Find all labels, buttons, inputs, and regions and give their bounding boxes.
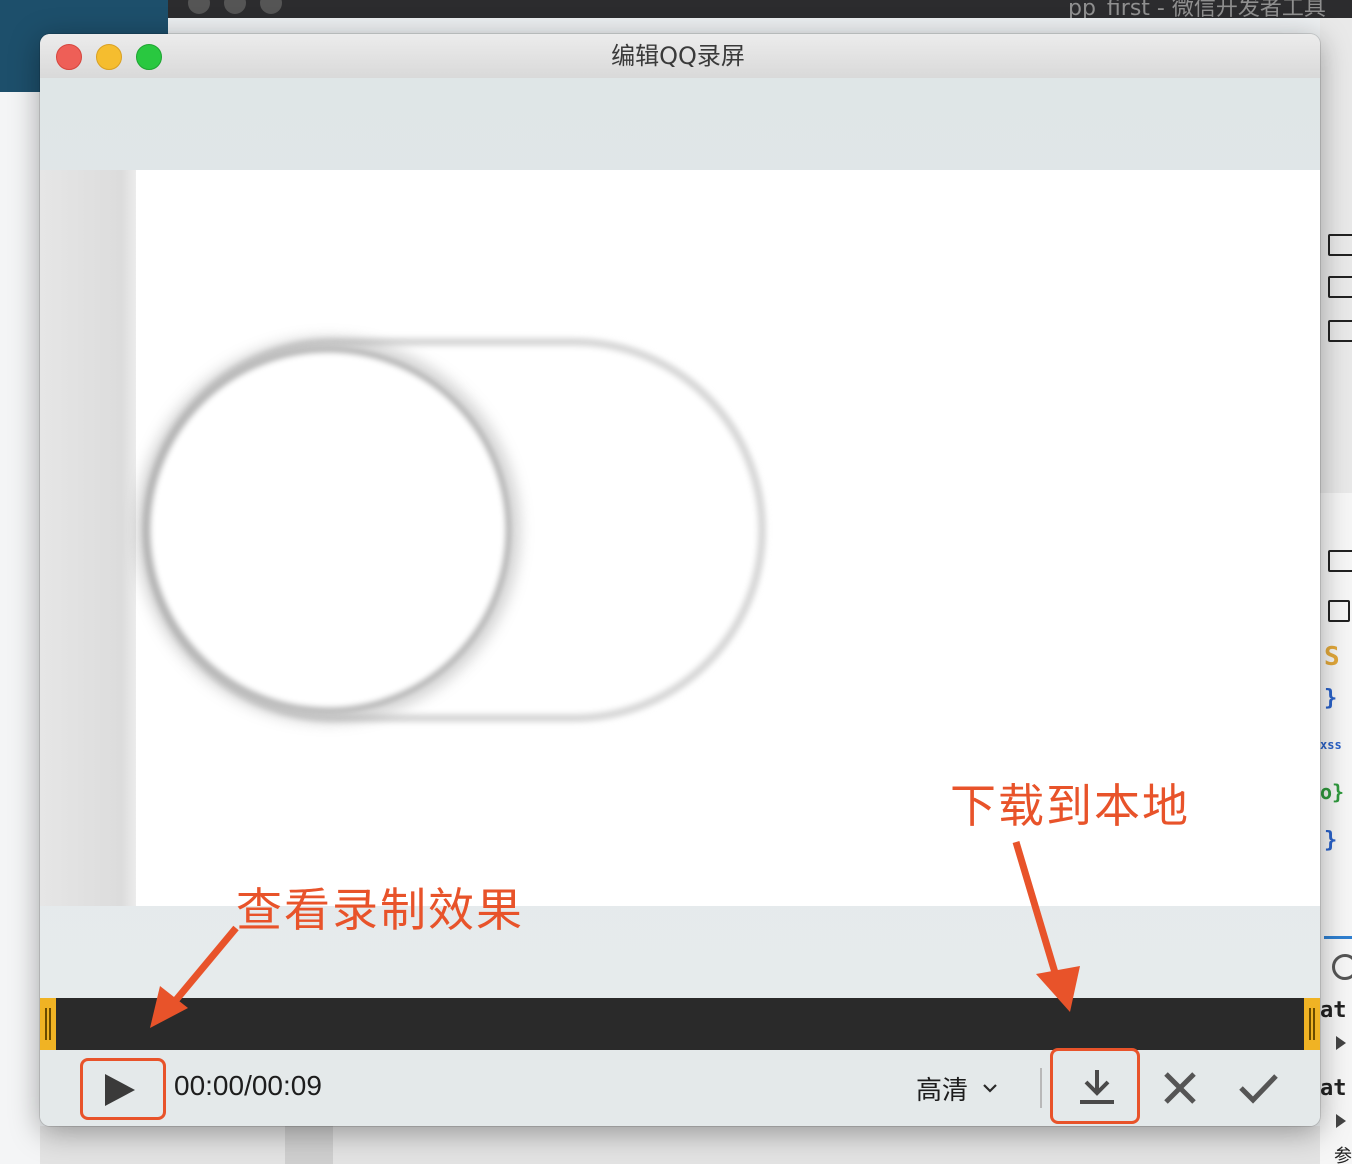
close-icon: [1164, 1072, 1196, 1104]
download-button[interactable]: [1050, 1048, 1140, 1124]
play-icon: [105, 1074, 135, 1106]
annotation-view-recording: 查看录制效果: [236, 883, 524, 937]
code-snippet: }: [1324, 686, 1338, 711]
background-window-button: [188, 0, 210, 14]
code-snippet: 参: [1334, 1146, 1352, 1164]
expand-arrow-icon: [1336, 1036, 1346, 1050]
code-snippet: o}: [1320, 780, 1345, 804]
time-readout: 00:00/00:09: [174, 1070, 322, 1102]
play-button[interactable]: [80, 1058, 166, 1120]
quality-select[interactable]: 高清: [916, 1068, 998, 1108]
trim-handle-start[interactable]: [40, 998, 56, 1050]
code-snippet: at: [1320, 1076, 1347, 1101]
background-window-left: [0, 92, 40, 1164]
trim-timeline[interactable]: [40, 998, 1320, 1050]
background-editor-panel: S } xss o} } at at 参: [1320, 18, 1352, 1164]
video-preview-stage: 查看录制效果 下载到本地: [40, 78, 1320, 998]
ban-icon: [1332, 954, 1352, 980]
expand-arrow-icon: [1336, 1114, 1346, 1128]
chevron-down-icon: [983, 1084, 997, 1093]
window-title: 编辑QQ录屏: [611, 42, 745, 70]
folder-icon: [1328, 276, 1352, 298]
time-separator: /: [244, 1070, 252, 1101]
folder-icon: [1328, 550, 1352, 572]
cancel-button[interactable]: [1160, 1068, 1200, 1108]
download-icon: [1080, 1070, 1114, 1104]
playback-control-bar: 00:00/00:09 高清: [40, 1048, 1320, 1126]
code-snippet: at: [1320, 998, 1347, 1023]
code-snippet: xss: [1320, 738, 1342, 752]
background-window-title: pp_first - 微信开发者工具: [1068, 0, 1326, 18]
background-window-bottom: [40, 1126, 1322, 1164]
qq-recording-editor-window: 编辑QQ录屏 查看录制效果 下载到本地 00:00/00:09 高清: [40, 34, 1320, 1126]
checkmark-icon: [1239, 1074, 1278, 1104]
annotation-download-local: 下载到本地: [950, 779, 1190, 833]
total-time: 00:09: [251, 1070, 322, 1101]
confirm-button[interactable]: [1236, 1066, 1280, 1110]
folder-icon: [1328, 234, 1352, 256]
background-window-titlebar: pp_first - 微信开发者工具: [168, 0, 1352, 18]
background-window-button: [260, 0, 282, 14]
trim-handle-end[interactable]: [1304, 998, 1320, 1050]
background-window-button: [224, 0, 246, 14]
code-snippet: }: [1324, 828, 1338, 853]
quality-label: 高清: [916, 1075, 969, 1106]
folder-icon: [1328, 320, 1352, 342]
current-time: 00:00: [174, 1070, 245, 1101]
window-titlebar[interactable]: 编辑QQ录屏: [40, 34, 1320, 79]
code-snippet: S: [1324, 642, 1340, 672]
toolbar-separator: [1040, 1068, 1042, 1108]
folder-icon: [1328, 600, 1350, 622]
